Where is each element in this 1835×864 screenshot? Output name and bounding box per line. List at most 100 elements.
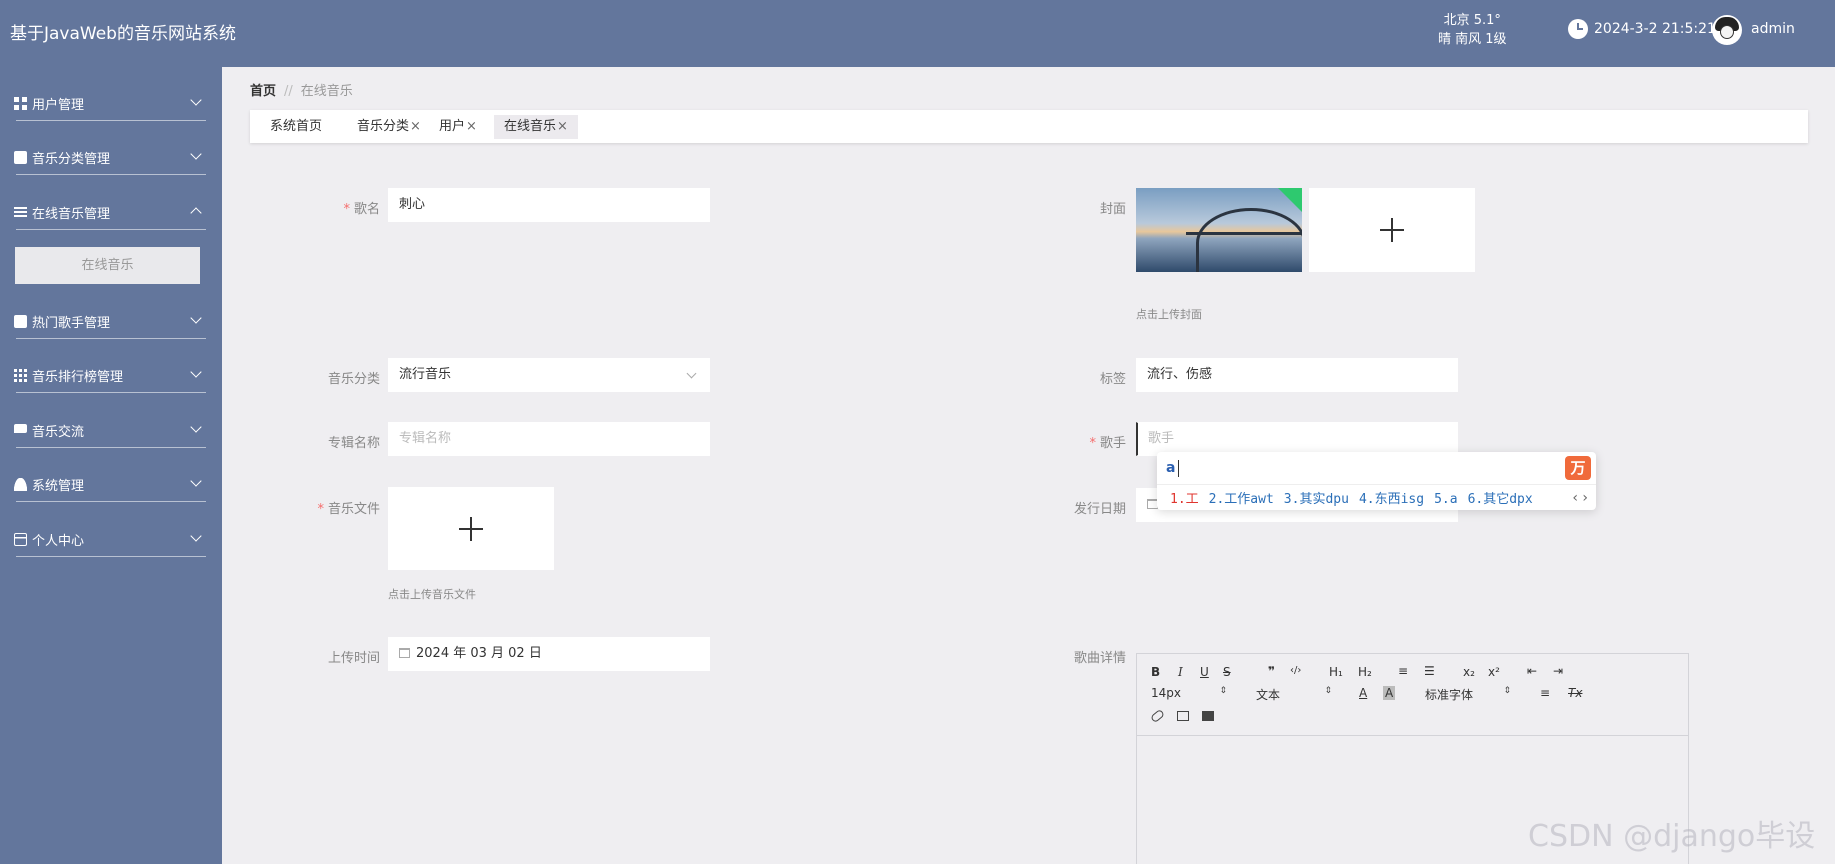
- sidebar-item-user-management[interactable]: 用户管理: [0, 67, 222, 121]
- chevron-down-icon: [686, 368, 697, 379]
- font-size-select[interactable]: 14px ⇕: [1151, 686, 1227, 700]
- music-file-label: * 音乐文件: [317, 502, 380, 517]
- breadcrumb-home[interactable]: 首页: [250, 84, 276, 99]
- link-icon[interactable]: [1149, 708, 1166, 724]
- grid-icon: [14, 97, 27, 110]
- tab-user[interactable]: 用户×: [429, 115, 487, 139]
- music-file-tip: 点击上传音乐文件: [388, 588, 476, 601]
- tab-label: 在线音乐: [504, 119, 557, 134]
- music-file-upload[interactable]: [388, 487, 554, 570]
- bold-button[interactable]: B: [1151, 665, 1160, 679]
- outdent-button[interactable]: ⇤: [1527, 664, 1537, 678]
- italic-button[interactable]: I: [1178, 665, 1183, 679]
- cover-upload[interactable]: [1309, 188, 1475, 272]
- code-button[interactable]: ‹/›: [1290, 665, 1301, 676]
- tags-input[interactable]: 流行、伤感: [1136, 358, 1458, 392]
- sidebar-item-personal-center[interactable]: 个人中心: [0, 503, 222, 557]
- quote-button[interactable]: ❞: [1268, 664, 1275, 678]
- details-label: 歌曲详情: [1073, 651, 1126, 666]
- image-icon[interactable]: [1177, 711, 1189, 721]
- current-datetime: 2024-3-2 21:5:21: [1594, 21, 1716, 37]
- ime-candidate[interactable]: 2.工作awt: [1209, 492, 1274, 507]
- cover-image[interactable]: [1136, 188, 1302, 272]
- sidebar-item-system-management[interactable]: 系统管理: [0, 448, 222, 502]
- superscript-button[interactable]: x²: [1488, 665, 1500, 679]
- release-date-label: 发行日期: [1073, 502, 1126, 517]
- weather-condition: 晴 南风 1级: [1438, 32, 1507, 47]
- top-header: 基于JavaWeb的音乐网站系统 北京 5.1° 晴 南风 1级 2024-3-…: [0, 0, 1835, 67]
- avatar[interactable]: [1712, 15, 1742, 45]
- tab-online-music[interactable]: 在线音乐×: [494, 115, 578, 139]
- sidebar-item-hot-singer-management[interactable]: 热门歌手管理: [0, 285, 222, 339]
- sidebar-item-label: 热门歌手管理: [32, 316, 111, 331]
- ime-candidates: 1.工 2.工作awt 3.其实dpu 4.东西isg 5.a 6.其它dpx: [1170, 488, 1543, 507]
- divider: [16, 392, 206, 393]
- h1-button[interactable]: H₁: [1329, 665, 1343, 679]
- sidebar-item-ranking-management[interactable]: 音乐排行榜管理: [0, 339, 222, 393]
- bullet-list-button[interactable]: ☰: [1424, 664, 1435, 678]
- close-icon[interactable]: ×: [466, 119, 477, 134]
- tab-music-category[interactable]: 音乐分类×: [347, 115, 431, 139]
- upload-time-label: 上传时间: [327, 651, 380, 666]
- ime-candidate-popup: a 万 1.工 2.工作awt 3.其实dpu 4.东西isg 5.a 6.其它dpx ‹…: [1157, 452, 1596, 510]
- breadcrumb-separator: //: [284, 84, 293, 99]
- ime-candidate[interactable]: 4.东西isg: [1359, 492, 1424, 507]
- chevron-down-icon: [190, 94, 202, 106]
- tab-system-home[interactable]: 系统首页: [260, 115, 332, 139]
- ime-candidate[interactable]: 3.其实dpu: [1284, 492, 1349, 507]
- font-family-select[interactable]: 标准字体 ⇕: [1425, 686, 1511, 703]
- cover-label: 封面: [1099, 202, 1126, 217]
- album-input[interactable]: 专辑名称: [388, 422, 710, 456]
- app-title: 基于JavaWeb的音乐网站系统: [10, 24, 236, 44]
- divider: [16, 501, 206, 502]
- category-select[interactable]: 流行音乐: [388, 358, 710, 392]
- card-icon: [14, 533, 27, 546]
- close-icon[interactable]: ×: [410, 119, 421, 134]
- submenu-item-online-music[interactable]: 在线音乐: [15, 247, 200, 284]
- username[interactable]: admin: [1751, 21, 1795, 37]
- sidebar-item-category-management[interactable]: 音乐分类管理: [0, 121, 222, 175]
- ime-page-nav-icon[interactable]: ‹ ›: [1572, 490, 1588, 506]
- video-icon[interactable]: [1202, 711, 1214, 721]
- h2-button[interactable]: H₂: [1358, 665, 1372, 679]
- align-button[interactable]: ≡: [1540, 686, 1550, 700]
- clear-format-button[interactable]: Tx: [1568, 686, 1582, 700]
- text-type-select[interactable]: 文本 ⇕: [1256, 686, 1332, 703]
- indent-button[interactable]: ⇥: [1553, 664, 1563, 678]
- weather-widget: 北京 5.1° 晴 南风 1级: [1438, 11, 1507, 49]
- strike-button[interactable]: S: [1223, 665, 1231, 679]
- weather-temperature: 北京 5.1°: [1443, 13, 1501, 28]
- sidebar-item-label: 个人中心: [32, 534, 85, 549]
- ordered-list-button[interactable]: ≡: [1398, 664, 1408, 678]
- text-color-button[interactable]: A: [1359, 686, 1367, 700]
- sidebar-item-music-exchange[interactable]: 音乐交流: [0, 394, 222, 448]
- chevron-down-icon: [190, 312, 202, 324]
- divider: [16, 229, 206, 230]
- tab-label: 系统首页: [270, 119, 323, 134]
- divider: [16, 556, 206, 557]
- singer-label: * 歌手: [1089, 436, 1126, 451]
- upload-time-picker[interactable]: 2024 年 03 月 02 日: [388, 637, 710, 671]
- song-name-input[interactable]: 刺心: [388, 188, 710, 222]
- underline-button[interactable]: U: [1200, 665, 1209, 679]
- ime-candidate[interactable]: 6.其它dpx: [1468, 492, 1533, 507]
- background-color-button[interactable]: A: [1383, 686, 1396, 700]
- clipboard-icon: [14, 151, 27, 164]
- tab-label: 用户: [439, 119, 466, 134]
- watermark: CSDN @django毕设: [1528, 819, 1816, 854]
- ime-logo-icon[interactable]: 万: [1565, 456, 1591, 480]
- editor-toolbar: B I U S ❞ ‹/› H₁ H₂ ≡ ☰ x₂ x² ⇤ ⇥ 14px ⇕ …: [1137, 654, 1688, 736]
- ime-candidate[interactable]: 1.工: [1170, 492, 1199, 507]
- singer-input[interactable]: 歌手: [1136, 422, 1458, 456]
- category-label: 音乐分类: [327, 372, 380, 387]
- breadcrumb-current: 在线音乐: [300, 84, 353, 99]
- chevron-down-icon: [190, 148, 202, 160]
- close-icon[interactable]: ×: [557, 119, 568, 134]
- ime-candidate[interactable]: 5.a: [1434, 492, 1457, 507]
- song-name-label: * 歌名: [343, 202, 380, 217]
- sidebar-item-online-music-management[interactable]: 在线音乐管理: [0, 176, 222, 230]
- clipboard-check-icon: [14, 315, 27, 328]
- select-arrow-icon: ⇕: [1324, 686, 1332, 696]
- sidebar-item-label: 音乐排行榜管理: [32, 370, 124, 385]
- subscript-button[interactable]: x₂: [1463, 665, 1475, 679]
